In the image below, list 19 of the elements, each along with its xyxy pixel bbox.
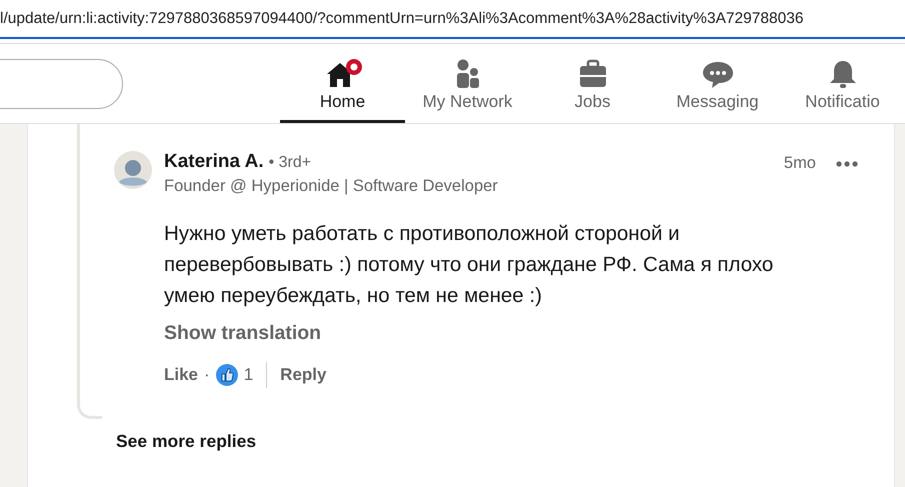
avatar-icon[interactable] xyxy=(114,151,152,189)
like-button[interactable]: Like xyxy=(164,365,198,385)
nav-tab[interactable]: My Network xyxy=(405,44,530,123)
thumbs-up-icon xyxy=(216,364,238,386)
search-field[interactable] xyxy=(0,58,123,108)
nav-tab[interactable]: Jobs xyxy=(530,44,655,123)
comment-text: Нужно уметь работать с противоположной стороной и перевербовывать :) потому что они граждане РФ. Сама я плохо умею переубеждать, но тем не менее :) xyxy=(164,221,774,309)
separator-dot: · xyxy=(204,365,210,385)
comment-time: 5mo xyxy=(784,154,816,173)
show-translation-button[interactable]: Show translation xyxy=(164,319,322,347)
more-options-icon[interactable] xyxy=(836,161,858,167)
reply-button[interactable]: Reply xyxy=(280,365,326,385)
see-more-replies-link[interactable]: See more replies xyxy=(116,427,256,455)
author-name[interactable]: Katerina A. xyxy=(164,151,264,173)
nav-tab[interactable]: Notificatio xyxy=(780,44,905,123)
nav-tab[interactable]: Messaging xyxy=(655,44,780,123)
author-headline: Founder @ Hyperionide | Software Developer xyxy=(164,176,499,197)
reaction-count: 1 xyxy=(244,365,254,385)
connection-degree: • 3rd+ xyxy=(268,154,312,172)
